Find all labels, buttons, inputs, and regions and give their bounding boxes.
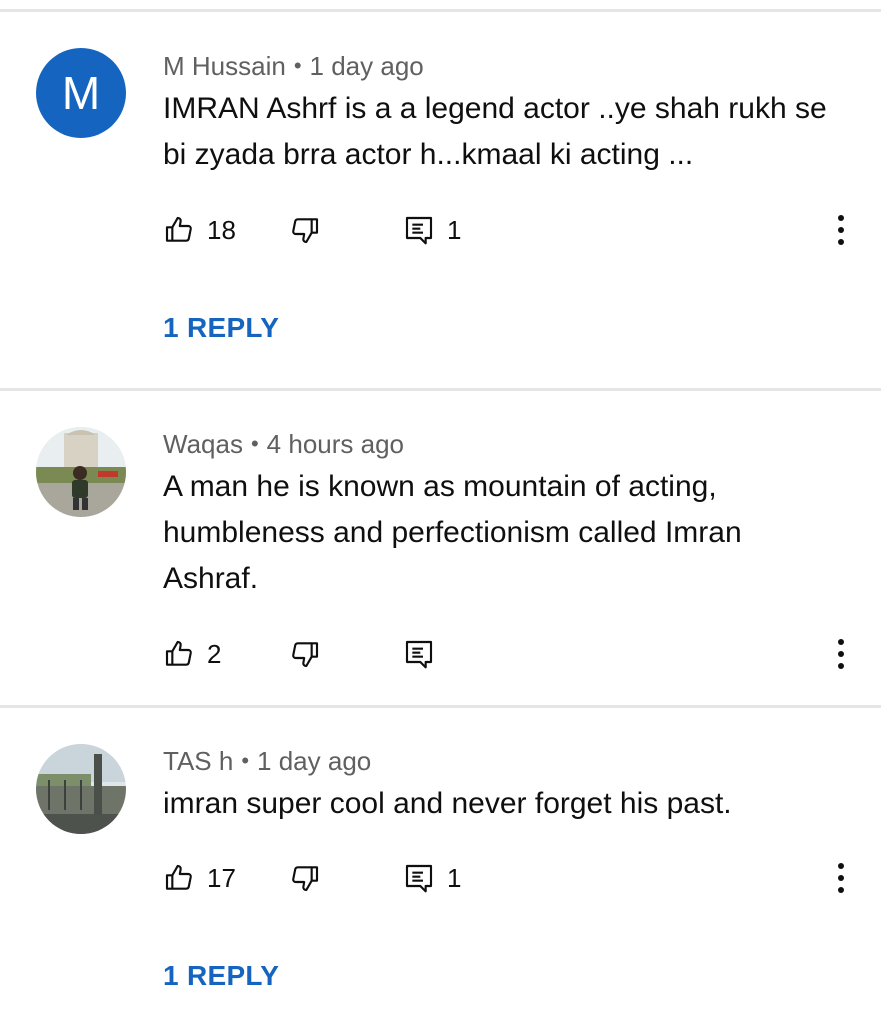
view-replies-link[interactable]: 1 REPLY: [163, 312, 279, 344]
reply-icon: [405, 864, 433, 893]
like-count: 17: [207, 862, 236, 893]
reply-icon: [405, 216, 433, 245]
dislike-button[interactable]: [289, 634, 321, 674]
more-vert-icon[interactable]: [826, 210, 856, 250]
avatar[interactable]: [36, 744, 126, 834]
author-name[interactable]: TAS h: [163, 746, 233, 776]
comment-actions: 17 1: [0, 858, 881, 898]
dislike-button[interactable]: [289, 858, 321, 898]
comment-actions: 18 1: [0, 210, 881, 250]
meta-separator: •: [241, 748, 250, 773]
comment-time: 1 day ago: [309, 51, 424, 81]
comment-item: Waqas • 4 hours ago A man he is known as m…: [0, 391, 881, 706]
comment-item: M M Hussain • 1 day ago IMRAN Ashrf is a a…: [0, 0, 881, 390]
more-vert-icon[interactable]: [826, 858, 856, 898]
like-button[interactable]: 2: [163, 634, 221, 674]
comment-meta: TAS h • 1 day ago: [163, 745, 371, 777]
like-button[interactable]: 17: [163, 858, 236, 898]
avatar-photo: [36, 744, 126, 834]
view-replies-link[interactable]: 1 REPLY: [163, 960, 279, 992]
comment-meta: M Hussain • 1 day ago: [163, 50, 424, 82]
thumbs-up-icon: [165, 640, 192, 666]
comment-item: TAS h • 1 day ago imran super cool and nev…: [0, 708, 881, 1024]
author-name[interactable]: Waqas: [163, 429, 243, 459]
reply-button[interactable]: 1: [403, 210, 461, 250]
author-name[interactable]: M Hussain: [163, 51, 286, 81]
dislike-button[interactable]: [289, 210, 321, 250]
meta-separator: •: [250, 431, 259, 456]
avatar[interactable]: M: [36, 48, 126, 138]
comment-time: 4 hours ago: [266, 429, 404, 459]
more-vert-icon[interactable]: [826, 634, 856, 674]
avatar-letter: M: [36, 48, 126, 138]
comment-text: IMRAN Ashrf is a a legend actor ..ye sha…: [163, 92, 827, 171]
thumbs-down-icon: [292, 866, 319, 892]
comment-text: imran super cool and never forget his pa…: [163, 787, 732, 820]
thumbs-up-icon: [165, 216, 192, 242]
like-count: 2: [207, 638, 222, 669]
thumbs-up-icon: [165, 864, 192, 890]
meta-separator: •: [293, 53, 302, 78]
reply-button[interactable]: [403, 634, 447, 674]
reply-count: 1: [447, 862, 462, 893]
comment-actions: 2: [0, 634, 881, 674]
reply-count: 1: [447, 214, 462, 245]
avatar[interactable]: [36, 427, 126, 517]
like-count: 18: [207, 214, 236, 245]
like-button[interactable]: 18: [163, 210, 236, 250]
avatar-photo: [36, 427, 126, 517]
reply-button[interactable]: 1: [403, 858, 461, 898]
thumbs-down-icon: [292, 642, 319, 668]
comment-meta: Waqas • 4 hours ago: [163, 428, 404, 460]
comment-time: 1 day ago: [257, 746, 372, 776]
thumbs-down-icon: [292, 218, 319, 244]
comment-text: A man he is known as mountain of acting,…: [163, 470, 742, 595]
reply-icon: [405, 640, 433, 669]
